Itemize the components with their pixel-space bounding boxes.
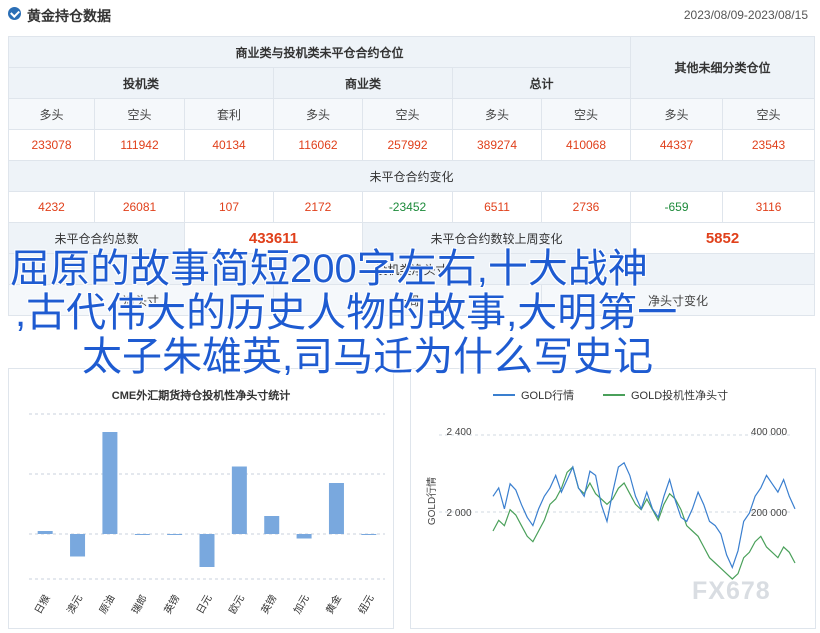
chart-title: CME外汇期货持仓投机性净头寸统计 <box>112 388 290 402</box>
value-cell: 257992 <box>362 129 453 161</box>
bar <box>231 466 247 534</box>
change-cell: 2736 <box>540 191 632 223</box>
change-cell: 6511 <box>452 191 542 223</box>
tick-label: 日猴 <box>32 592 53 616</box>
tick-label: 2 400 <box>446 427 471 438</box>
category-commercial: 商业类 <box>273 67 453 99</box>
headline-line: ,古代伟大的历史人物的故事,大明第一 <box>14 291 678 336</box>
open-interest-change-value: 5852 <box>630 222 816 254</box>
bar <box>361 534 377 535</box>
axis-label: GOLD行情 <box>425 477 438 525</box>
legend-label: GOLD行情 <box>521 389 574 402</box>
tick-label: 2 000 <box>446 508 471 519</box>
value-cell: 44337 <box>630 129 724 161</box>
col-header-long: 多头 <box>630 98 724 130</box>
tick-label: 英镑 <box>258 592 279 616</box>
col-header-long: 多头 <box>273 98 363 130</box>
series-line-net-position <box>492 465 796 580</box>
tick-label: 200 000 <box>751 508 788 519</box>
change-cell: 4232 <box>8 191 95 223</box>
cme-net-position-panel: CME外汇期货持仓投机性净头寸统计 日猴 澳元 原油 瑞郎 英镑 日元 欧元 英镑 加元 黄金 纽元 <box>8 368 394 629</box>
group-header-other: 其他未细分类仓位 <box>630 36 816 99</box>
tick-label: 400 000 <box>751 427 788 438</box>
change-cell: 107 <box>184 191 274 223</box>
bar <box>199 534 215 567</box>
bar <box>296 534 312 539</box>
value-cell: 116062 <box>273 129 363 161</box>
group-header-commercial-speculative: 商业类与投机类未平仓合约仓位 <box>7 36 632 68</box>
change-cell: -659 <box>630 191 724 223</box>
tick-label: 瑞郎 <box>129 592 150 616</box>
tick-label: 欧元 <box>227 593 247 616</box>
category-speculative: 投机类 <box>8 67 274 99</box>
col-header-short: 空头 <box>722 98 816 130</box>
col-header-short: 空头 <box>362 98 453 130</box>
value-cell: 389274 <box>452 129 542 161</box>
bar <box>70 534 86 557</box>
col-header-long: 多头 <box>452 98 542 130</box>
bar <box>328 483 344 534</box>
bar <box>37 531 53 534</box>
cme-net-position-chart: CME外汇期货持仓投机性净头寸统计 日猴 澳元 原油 瑞郎 英镑 日元 欧元 英镑 加元 黄金 纽元 <box>29 388 385 616</box>
col-header-spread: 套利 <box>184 98 274 130</box>
change-section-header: 未平仓合约变化 <box>7 160 816 192</box>
value-cell: 23543 <box>722 129 816 161</box>
col-header-short: 空头 <box>94 98 185 130</box>
tick-label: 澳元 <box>64 592 85 616</box>
title-bar: 黄金持仓数据 2023/08/09-2023/08/15 <box>0 0 820 30</box>
tick-label: 原油 <box>96 592 117 616</box>
watermark-logo: FX678 <box>692 577 771 605</box>
change-cell: 3116 <box>722 191 816 223</box>
headline-line: 太子朱雄英,司马迁为什么写史记 <box>81 335 654 380</box>
tick-label: 纽元 <box>355 592 376 616</box>
bar <box>102 432 118 534</box>
value-cell: 111942 <box>94 129 185 161</box>
bar <box>134 534 150 535</box>
category-total: 总计 <box>451 67 632 99</box>
change-cell: -23452 <box>362 191 453 223</box>
change-cell: 2172 <box>273 191 363 223</box>
headline-line: 屈原的故事简短200字左右,十大战神 <box>10 247 649 292</box>
tick-label: 日元 <box>195 593 215 616</box>
tick-label: 加元 <box>291 593 311 616</box>
value-cell: 233078 <box>8 129 95 161</box>
date-range: 2023/08/09-2023/08/15 <box>683 8 808 22</box>
tick-label: 黄金 <box>323 592 344 616</box>
bar <box>167 534 183 535</box>
change-cell: 26081 <box>94 191 185 223</box>
legend-label: GOLD投机性净头寸 <box>631 388 728 402</box>
check-circle-icon <box>8 7 21 20</box>
page-title: 黄金持仓数据 <box>27 8 111 24</box>
bar <box>264 516 280 534</box>
col-header-long: 多头 <box>8 98 95 130</box>
value-cell: 40134 <box>184 129 274 161</box>
col-header-short: 空头 <box>540 98 632 130</box>
tick-label: 英镑 <box>161 592 182 616</box>
value-cell: 410068 <box>540 129 632 161</box>
